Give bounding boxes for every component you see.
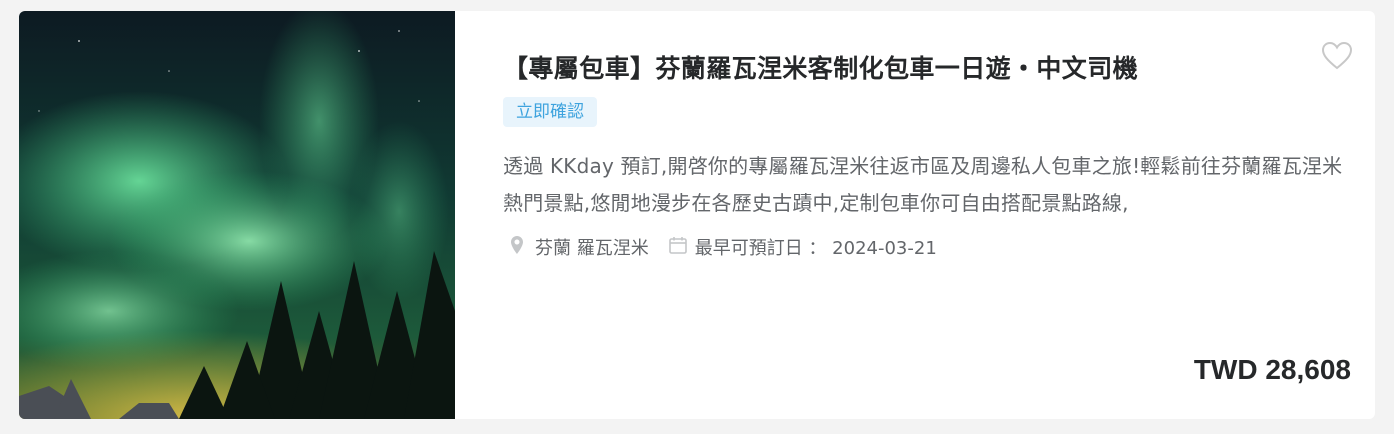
favorite-button[interactable] bbox=[1321, 41, 1353, 71]
product-details: 【專屬包車】芬蘭羅瓦涅米客制化包車一日遊・中文司機 立即確認 透過 KKday … bbox=[503, 11, 1375, 419]
earliest-date-text: 最早可預訂日 ： 2024-03-21 bbox=[694, 238, 937, 259]
aurora-image bbox=[19, 11, 455, 419]
product-meta: 芬蘭 羅瓦涅米 最早可預訂日 ： 2024-03-21 bbox=[511, 234, 937, 260]
instant-confirm-badge: 立即確認 bbox=[503, 97, 597, 127]
product-photo[interactable] bbox=[19, 11, 455, 419]
product-title[interactable]: 【專屬包車】芬蘭羅瓦涅米客制化包車一日遊・中文司機 bbox=[503, 49, 1138, 85]
location-text: 芬蘭 羅瓦涅米 bbox=[535, 238, 649, 259]
map-pin-icon bbox=[511, 235, 523, 259]
product-price: TWD 28,608 bbox=[1193, 354, 1351, 385]
heart-outline-icon bbox=[1321, 41, 1353, 70]
product-card[interactable]: 【專屬包車】芬蘭羅瓦涅米客制化包車一日遊・中文司機 立即確認 透過 KKday … bbox=[19, 11, 1375, 419]
product-description: 透過 KKday 預訂,開啓你的專屬羅瓦涅米往返市區及周邊私人包車之旅!輕鬆前往… bbox=[503, 154, 1343, 215]
calendar-icon bbox=[668, 236, 687, 259]
